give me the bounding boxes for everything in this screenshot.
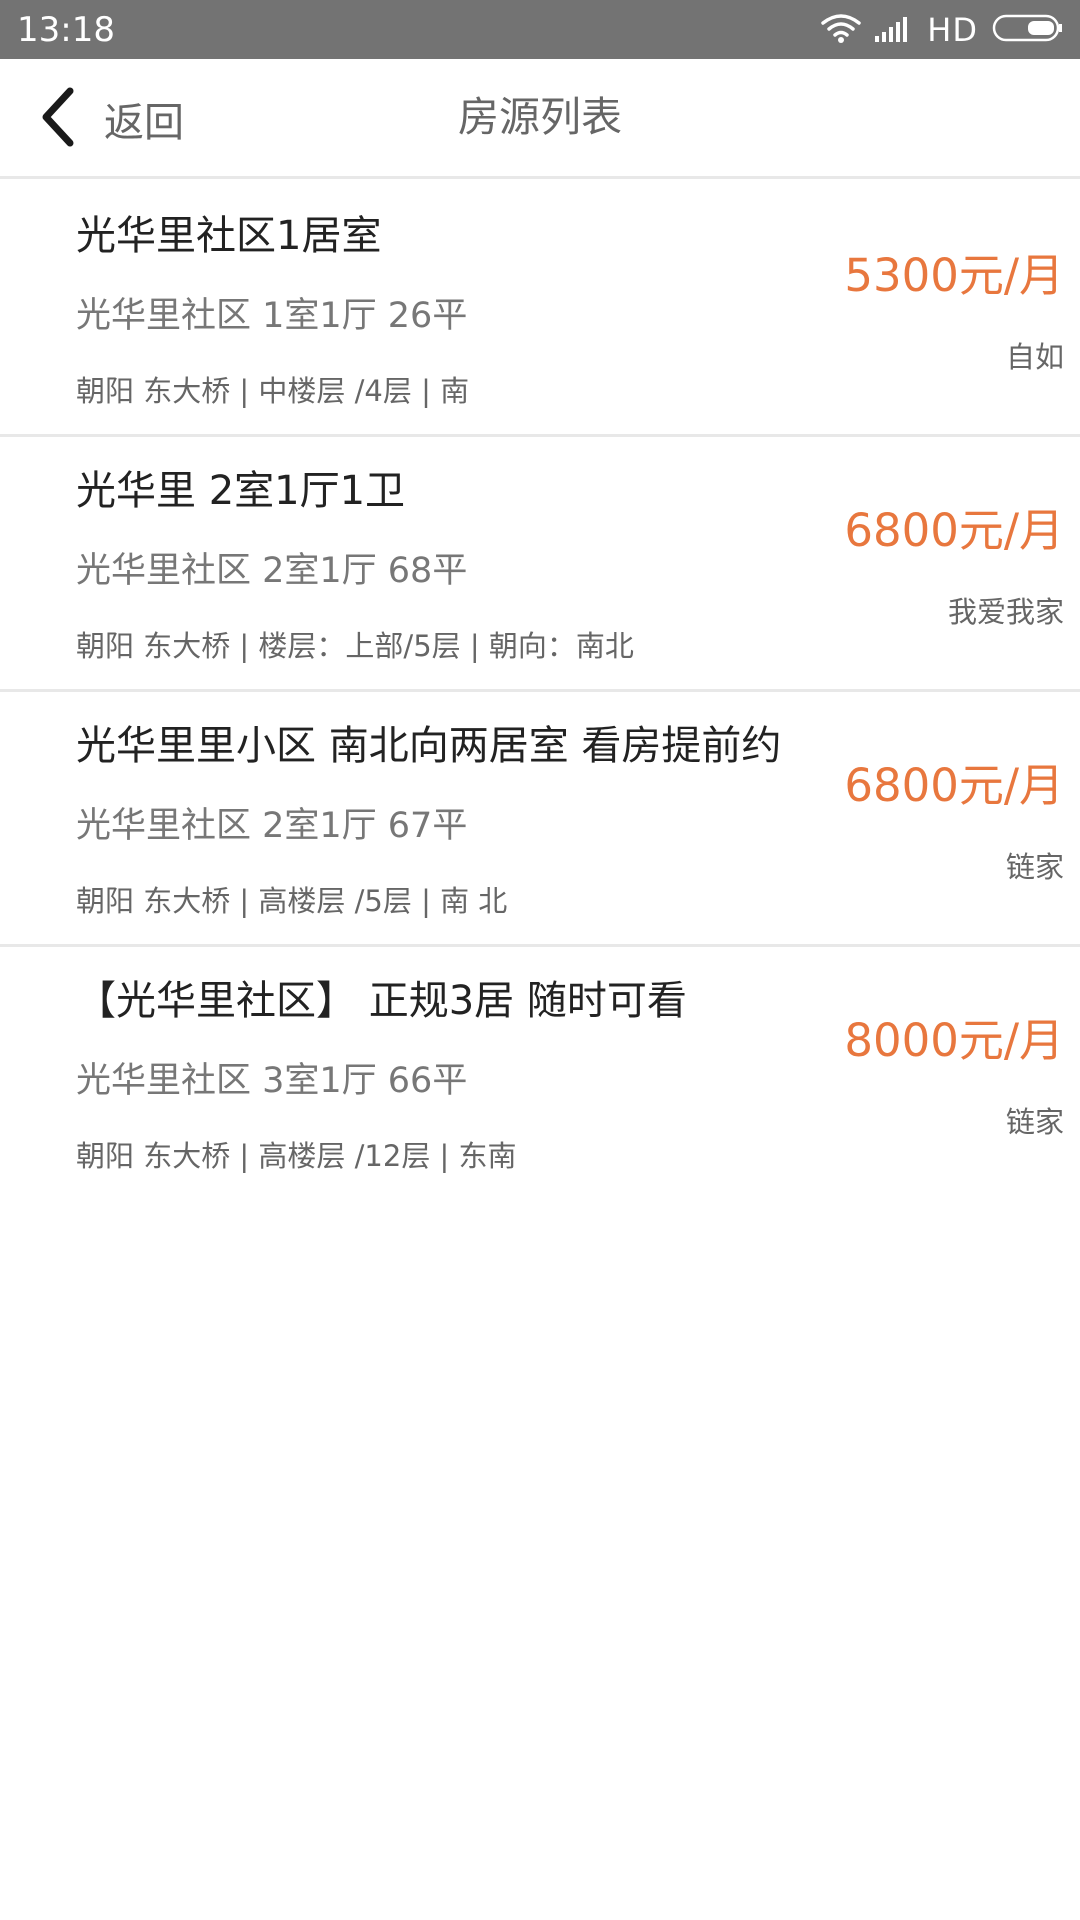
listing-item[interactable]: 光华里 2室1厅1卫 光华里社区 2室1厅 68平 朝阳 东大桥 | 楼层：上部… — [0, 437, 1080, 692]
battery-icon — [992, 13, 1064, 47]
listing-title: 光华里里小区 南北向两居室 看房提前约 — [76, 723, 782, 769]
status-time: 13:18 — [17, 10, 115, 50]
listing-summary: 光华里社区 2室1厅 68平 — [76, 551, 468, 591]
network-type: HD — [927, 11, 978, 49]
listing-title: 光华里 2室1厅1卫 — [76, 468, 406, 514]
listing-details: 朝阳 东大桥 | 楼层：上部/5层 | 朝向：南北 — [76, 629, 634, 663]
listing-item[interactable]: 光华里里小区 南北向两居室 看房提前约 光华里社区 2室1厅 67平 朝阳 东大… — [0, 692, 1080, 947]
signal-icon — [875, 14, 913, 46]
listing-summary: 光华里社区 3室1厅 66平 — [76, 1061, 468, 1101]
listing-price: 6800元/月 — [844, 759, 1064, 812]
listing-price: 6800元/月 — [844, 504, 1064, 557]
listing-title: 光华里社区1居室 — [76, 213, 382, 259]
listing-price: 8000元/月 — [844, 1014, 1064, 1067]
listing-source: 链家 — [1005, 1105, 1064, 1139]
listing-price: 5300元/月 — [844, 249, 1064, 302]
listing-source: 我爱我家 — [947, 595, 1064, 629]
listing-summary: 光华里社区 1室1厅 26平 — [76, 296, 468, 336]
back-label: 返回 — [104, 100, 184, 146]
back-button[interactable]: 返回 — [38, 81, 184, 157]
listing-summary: 光华里社区 2室1厅 67平 — [76, 806, 468, 846]
status-bar: 13:18 HD — [0, 0, 1080, 59]
listing-details: 朝阳 东大桥 | 高楼层 /5层 | 南 北 — [76, 884, 508, 918]
chevron-left-icon — [38, 87, 78, 151]
wifi-icon — [821, 13, 862, 47]
nav-bar: 返回 房源列表 — [0, 59, 1080, 179]
listing-details: 朝阳 东大桥 | 中楼层 /4层 | 南 — [76, 374, 470, 408]
listing-title: 【光华里社区】 正规3居 随时可看 — [76, 978, 687, 1024]
listing-source: 自如 — [1005, 340, 1064, 374]
listing-item[interactable]: 【光华里社区】 正规3居 随时可看 光华里社区 3室1厅 66平 朝阳 东大桥 … — [0, 947, 1080, 1202]
listing-item[interactable]: 光华里社区1居室 光华里社区 1室1厅 26平 朝阳 东大桥 | 中楼层 /4层… — [0, 182, 1080, 437]
listing-list: 光华里社区1居室 光华里社区 1室1厅 26平 朝阳 东大桥 | 中楼层 /4层… — [0, 182, 1080, 1202]
status-indicators: HD — [821, 8, 1064, 52]
listing-details: 朝阳 东大桥 | 高楼层 /12层 | 东南 — [76, 1139, 517, 1173]
listing-source: 链家 — [1005, 850, 1064, 884]
